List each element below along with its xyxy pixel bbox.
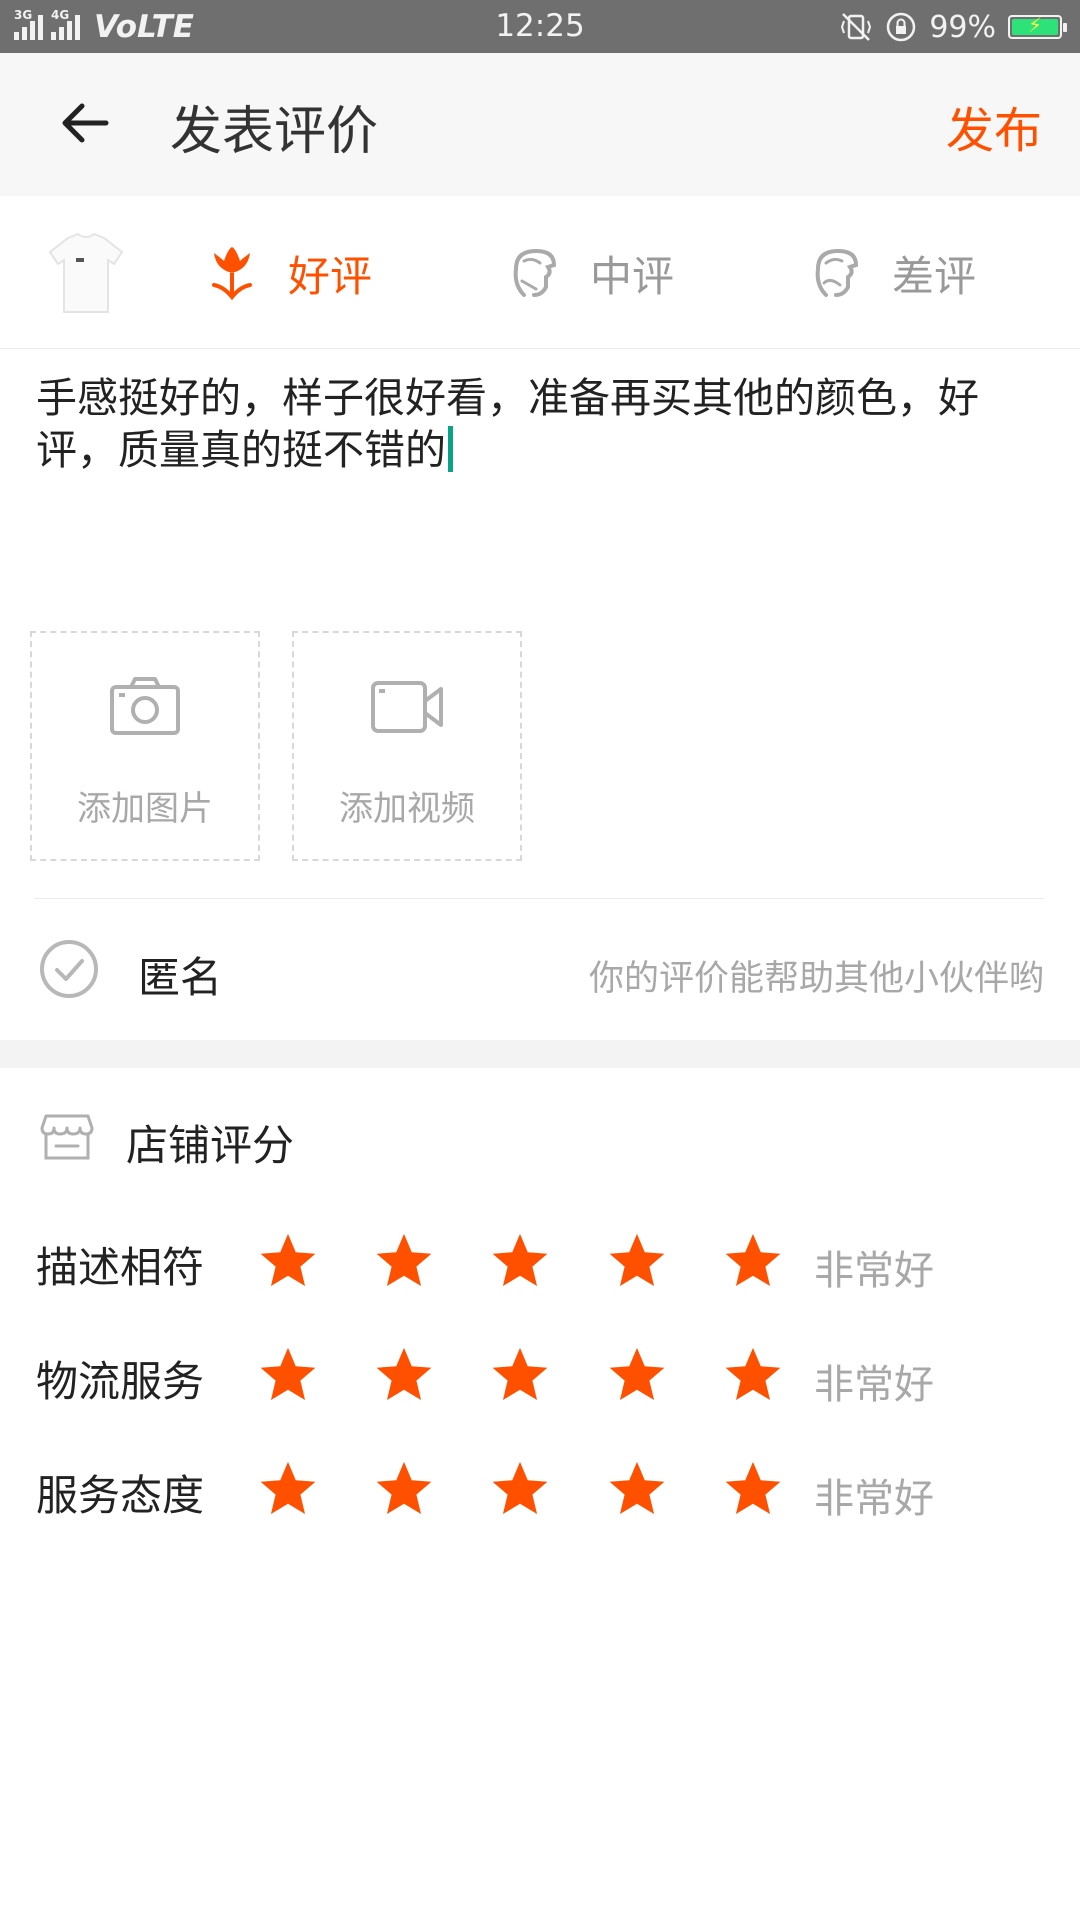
neutral-face-icon <box>513 248 557 297</box>
score-text: 非常好 <box>814 1476 934 1522</box>
rating-option-bad[interactable]: 差评 <box>808 238 976 308</box>
score-label: 物流服务 <box>36 1357 205 1406</box>
review-text-content: 手感挺好的，样子很好看，准备再买其他的颜色，好评，质量真的挺不错的 <box>36 374 979 474</box>
anonymous-checkbox[interactable] <box>38 938 100 1000</box>
camera-icon <box>110 677 180 735</box>
rating-option-good[interactable]: 好评 <box>204 238 372 308</box>
anonymous-label: 匿名 <box>138 953 223 1002</box>
product-thumbnail <box>48 232 124 313</box>
anonymous-hint: 你的评价能帮助其他小伙伴哟 <box>588 959 1044 999</box>
vibrate-off-icon <box>841 13 872 41</box>
review-text-input[interactable]: 手感挺好的，样子很好看，准备再买其他的颜色，好评，质量真的挺不错的 <box>36 372 1046 476</box>
star-icon[interactable] <box>489 1230 551 1292</box>
rating-option-label: 差评 <box>892 251 977 301</box>
back-arrow-icon[interactable] <box>56 93 116 153</box>
star-icon[interactable] <box>489 1458 551 1520</box>
battery-percent: 99% <box>929 9 996 45</box>
star-icon[interactable] <box>373 1458 435 1520</box>
add-photo-button[interactable]: 添加图片 <box>30 631 260 861</box>
page-title: 发表评价 <box>170 102 379 162</box>
rating-type-row: 好评 中评 差评 <box>0 196 1080 349</box>
rating-option-label: 好评 <box>288 251 373 301</box>
rating-option-mid[interactable]: 中评 <box>506 238 674 308</box>
battery-icon: ⚡ <box>1008 13 1067 39</box>
shop-icon <box>40 1114 94 1160</box>
score-label: 描述相符 <box>36 1243 205 1292</box>
publish-button[interactable]: 发布 <box>946 91 1042 161</box>
star-icon[interactable] <box>257 1344 319 1406</box>
add-photo-label: 添加图片 <box>77 789 213 829</box>
flower-icon <box>212 247 252 301</box>
rotation-lock-icon <box>887 12 916 42</box>
add-video-label: 添加视频 <box>339 789 475 829</box>
score-text: 非常好 <box>814 1248 934 1294</box>
shop-rating-title: 店铺评分 <box>126 1121 295 1170</box>
score-row-logistics: 物流服务 非常好 <box>0 1336 1080 1416</box>
score-label: 服务态度 <box>36 1471 205 1520</box>
star-icon[interactable] <box>489 1344 551 1406</box>
star-icon[interactable] <box>606 1458 668 1520</box>
star-icon[interactable] <box>722 1344 784 1406</box>
star-icon[interactable] <box>722 1458 784 1520</box>
star-icon[interactable] <box>606 1344 668 1406</box>
video-camera-icon <box>371 681 443 733</box>
text-cursor <box>448 426 453 472</box>
score-text: 非常好 <box>814 1362 934 1408</box>
add-video-button[interactable]: 添加视频 <box>292 631 522 861</box>
star-icon[interactable] <box>722 1230 784 1292</box>
star-icon[interactable] <box>373 1344 435 1406</box>
rating-option-label: 中评 <box>590 251 675 301</box>
star-icon[interactable] <box>606 1230 668 1292</box>
status-right: 99% ⚡ <box>839 8 1067 46</box>
sad-face-icon <box>815 248 859 297</box>
section-separator <box>0 1040 1080 1068</box>
score-row-description: 描述相符 非常好 <box>0 1222 1080 1302</box>
header: 发表评价 发布 <box>0 53 1080 196</box>
status-bar: 3G 4G VoLTE 12:25 99% ⚡ <box>0 0 1080 53</box>
star-icon[interactable] <box>373 1230 435 1292</box>
star-icon[interactable] <box>257 1230 319 1292</box>
divider <box>34 898 1044 899</box>
score-row-service: 服务态度 非常好 <box>0 1450 1080 1530</box>
star-icon[interactable] <box>257 1458 319 1520</box>
